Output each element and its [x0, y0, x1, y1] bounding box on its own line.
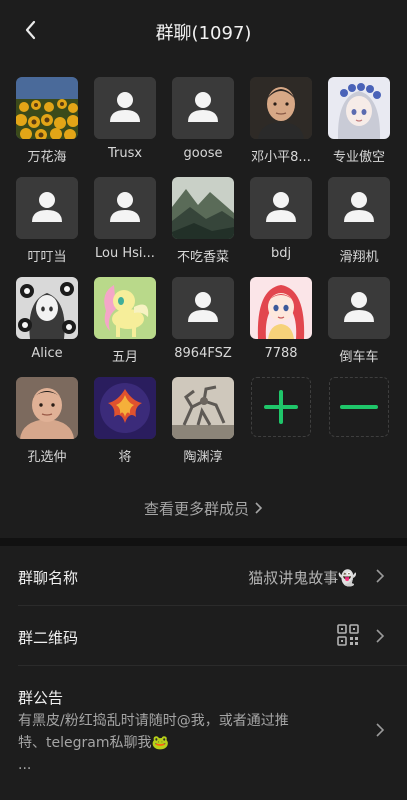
view-more-members-link[interactable]: 查看更多群成员: [0, 498, 407, 519]
member-item[interactable]: bdj: [246, 177, 316, 261]
group-announcement-row[interactable]: 群公告 有黑皮/粉红捣乱时请随时@我，或者通过推 特、telegram私聊我🐸 …: [0, 666, 407, 800]
section-divider: [0, 538, 407, 546]
member-item[interactable]: 不吃香菜: [168, 177, 238, 265]
member-name: 孔选仲: [27, 450, 67, 465]
default-person-icon: [94, 77, 156, 139]
member-item[interactable]: Lou Hsi...: [90, 177, 160, 261]
member-grid: 万花海 Trusx goose 邓小平8... 专业傲空 叮叮当 Lou Hsi…: [0, 60, 407, 538]
member-item[interactable]: 邓小平8...: [246, 77, 316, 165]
member-name: 8964FSZ: [174, 346, 232, 361]
member-name: 滑翔机: [339, 250, 379, 265]
member-item[interactable]: Alice: [12, 277, 82, 361]
member-name: 将: [118, 450, 132, 465]
member-item[interactable]: 万花海: [12, 77, 82, 165]
chevron-right-icon: [376, 569, 385, 583]
member-name: Lou Hsi...: [95, 246, 155, 261]
nav-bar: 群聊(1097): [0, 0, 407, 60]
view-more-members-label: 查看更多群成员: [143, 500, 249, 518]
avatar: [16, 277, 78, 339]
member-name: 专业傲空: [332, 150, 385, 165]
member-item[interactable]: goose: [168, 77, 238, 161]
group-name-row[interactable]: 群聊名称 猫叔讲鬼故事👻: [0, 546, 407, 606]
avatar: [94, 177, 156, 239]
avatar: [94, 77, 156, 139]
avatar: [250, 277, 312, 339]
avatar: [16, 177, 78, 239]
default-person-icon: [94, 177, 156, 239]
member-name: 陶渊淳: [183, 450, 223, 465]
add-member-button[interactable]: [251, 377, 311, 437]
avatar: [250, 77, 312, 139]
member-item[interactable]: 专业傲空: [324, 77, 394, 165]
member-name: 万花海: [27, 150, 67, 165]
default-person-icon: [16, 177, 78, 239]
member-item[interactable]: 将: [90, 377, 160, 465]
member-name: 倒车车: [339, 350, 379, 365]
avatar: [16, 377, 78, 439]
ghost-emoji: 👻: [338, 569, 357, 587]
member-name: goose: [183, 146, 223, 161]
member-name: bdj: [270, 246, 292, 261]
member-name: 7788: [264, 346, 298, 361]
member-item[interactable]: 滑翔机: [324, 177, 394, 265]
avatar: [250, 177, 312, 239]
avatar: [94, 377, 156, 439]
announcement-text: 有黑皮/粉红捣乱时请随时@我，或者通过推 特、telegram私聊我🐸 ...: [18, 710, 338, 776]
announcement-line: ...: [18, 757, 32, 773]
default-person-icon: [328, 177, 390, 239]
member-name: 叮叮当: [27, 250, 67, 265]
default-person-icon: [328, 277, 390, 339]
remove-member-button[interactable]: [329, 377, 389, 437]
group-name-label: 群聊名称: [18, 569, 79, 587]
member-item[interactable]: 8964FSZ: [168, 277, 238, 361]
member-name: 邓小平8...: [251, 150, 311, 165]
avatar: [172, 277, 234, 339]
group-name-value: 猫叔讲鬼故事👻: [248, 567, 357, 588]
avatar: [172, 177, 234, 239]
avatar: [16, 77, 78, 139]
chevron-right-icon: [376, 723, 385, 737]
member-name: 五月: [111, 350, 138, 365]
chevron-right-icon: [255, 500, 263, 518]
member-name: Trusx: [107, 146, 143, 161]
announcement-line: 特、telegram私聊我🐸: [18, 735, 169, 751]
qr-code-label: 群二维码: [18, 629, 79, 647]
avatar: [172, 77, 234, 139]
member-name: 不吃香菜: [176, 250, 229, 265]
member-item[interactable]: Trusx: [90, 77, 160, 161]
member-item[interactable]: 五月: [90, 277, 160, 365]
qr-code-row[interactable]: 群二维码: [0, 606, 407, 666]
default-person-icon: [172, 77, 234, 139]
member-item[interactable]: 倒车车: [324, 277, 394, 365]
default-person-icon: [172, 277, 234, 339]
group-name-text: 猫叔讲鬼故事: [248, 569, 339, 587]
avatar: [172, 377, 234, 439]
plus-icon: [264, 390, 298, 424]
page-title: 群聊(1097): [155, 23, 252, 44]
qr-code-icon: [337, 624, 359, 646]
avatar: [328, 177, 390, 239]
minus-icon: [340, 405, 378, 409]
announcement-label: 群公告: [18, 689, 64, 707]
default-person-icon: [250, 177, 312, 239]
avatar: [328, 277, 390, 339]
member-item[interactable]: 7788: [246, 277, 316, 361]
avatar: [328, 77, 390, 139]
member-name: Alice: [31, 346, 63, 361]
chevron-right-icon: [376, 629, 385, 643]
member-item[interactable]: 叮叮当: [12, 177, 82, 265]
avatar: [94, 277, 156, 339]
member-item[interactable]: 孔选仲: [12, 377, 82, 465]
member-item[interactable]: 陶渊淳: [168, 377, 238, 465]
announcement-line: 有黑皮/粉红捣乱时请随时@我，或者通过推: [18, 713, 289, 729]
